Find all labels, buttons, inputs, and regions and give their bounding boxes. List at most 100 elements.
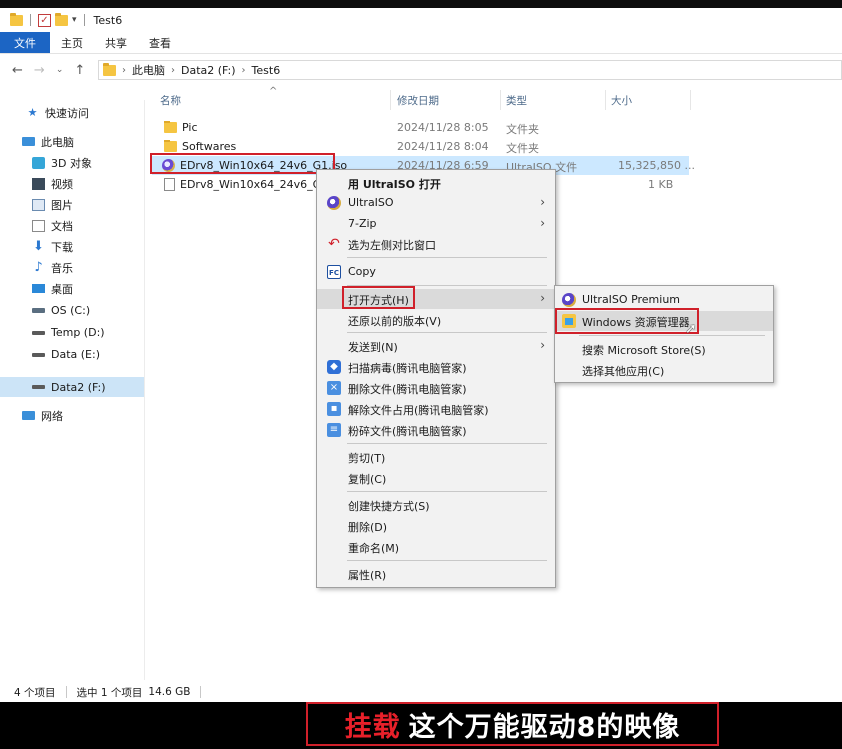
menu-item-compare-left[interactable]: ↶ 选为左侧对比窗口 (317, 234, 555, 254)
file-date: 2024/11/28 8:04 (397, 140, 489, 153)
menu-item-send-to[interactable]: 发送到(N) › (317, 336, 555, 356)
menu-item-open-with-ultraiso[interactable]: 用 UltraISO 打开 (317, 173, 555, 193)
menu-item-7zip[interactable]: 7-Zip › (317, 214, 555, 234)
menu-divider (347, 491, 547, 492)
column-header-size[interactable]: 大小 (611, 93, 632, 108)
sidebar-item-drive-d[interactable]: Temp (D:) (32, 322, 105, 343)
window-title: Test6 (93, 13, 123, 27)
menu-item-cut[interactable]: 剪切(T) (317, 447, 555, 467)
menu-item-unlock-file[interactable]: ▪ 解除文件占用(腾讯电脑管家) (317, 399, 555, 419)
chevron-right-icon: › (540, 338, 545, 352)
properties-icon[interactable]: ✓ (38, 13, 51, 27)
new-folder-icon[interactable] (55, 12, 68, 26)
documents-icon (32, 219, 45, 232)
mouse-cursor-icon: ➚ (685, 321, 697, 337)
breadcrumb-folder[interactable]: Test6 (252, 64, 281, 77)
submenu-item-search-store[interactable]: 搜索 Microsoft Store(S) (555, 339, 773, 359)
shield-icon: ◆ (327, 360, 341, 374)
computer-icon (22, 137, 35, 146)
divider (65, 686, 67, 698)
menu-item-delete[interactable]: 删除(D) (317, 516, 555, 536)
menu-item-label: 7-Zip (348, 217, 377, 230)
back-arrow-icon[interactable]: ← (12, 63, 23, 78)
menu-item-scan-virus[interactable]: ◆ 扫描病毒(腾讯电脑管家) (317, 357, 555, 377)
breadcrumb-drive[interactable]: Data2 (F:) (181, 64, 236, 77)
menu-item-label: 发送到(N) (348, 341, 398, 354)
sidebar-item-network[interactable]: 网络 (22, 405, 63, 426)
menu-item-properties[interactable]: 属性(R) (317, 564, 555, 584)
sidebar-item-label: Data (E:) (51, 348, 101, 361)
sidebar-item-pictures[interactable]: 图片 (32, 194, 73, 215)
music-icon: ♪ (34, 259, 43, 275)
divider (30, 14, 31, 26)
selection-count: 选中 1 个项目 (76, 686, 143, 699)
submenu-item-ultraiso-premium[interactable]: UltraISO Premium (555, 290, 773, 310)
sidebar-item-this-pc[interactable]: 此电脑 (22, 131, 74, 152)
menu-item-restore-versions[interactable]: 还原以前的版本(V) (317, 310, 555, 330)
sidebar-item-label: 音乐 (51, 261, 73, 275)
up-arrow-icon[interactable]: ↑ (74, 63, 85, 78)
file-name: EDrv8_Win10x64_24v6_G1. (164, 178, 332, 191)
sidebar-item-drive-c[interactable]: OS (C:) (32, 300, 90, 321)
column-header-name[interactable]: 名称 (160, 93, 181, 108)
address-bar[interactable]: › 此电脑 › Data2 (F:) › Test6 (98, 60, 842, 80)
sidebar-item-desktop[interactable]: 桌面 (32, 278, 73, 299)
column-divider[interactable] (690, 90, 691, 110)
menu-item-rename[interactable]: 重命名(M) (317, 537, 555, 557)
delete-file-icon: × (327, 381, 341, 395)
submenu-item-label: 搜索 Microsoft Store(S) (582, 344, 706, 357)
chevron-right-icon[interactable]: › (242, 65, 246, 76)
menu-item-fastcopy[interactable]: FC Copy (317, 262, 555, 282)
menu-item-ultraiso[interactable]: UltraISO › (317, 193, 555, 213)
file-type: 文件夹 (506, 142, 539, 155)
tab-view[interactable]: 查看 (138, 32, 182, 53)
tab-share[interactable]: 共享 (94, 32, 138, 53)
column-divider[interactable] (605, 90, 606, 110)
submenu-item-label: 选择其他应用(C) (582, 365, 665, 378)
menu-item-label: 删除(D) (348, 521, 388, 534)
column-header-date[interactable]: 修改日期 (397, 93, 439, 108)
chevron-right-icon: › (540, 291, 545, 305)
drive-icon (32, 352, 45, 357)
folder-icon[interactable] (10, 12, 23, 26)
tab-home[interactable]: 主页 (50, 32, 94, 53)
menu-item-label: 创建快捷方式(S) (348, 500, 430, 513)
sort-ascending-icon: ^ (269, 86, 278, 97)
menu-item-label: UltraISO (348, 196, 394, 209)
column-divider[interactable] (500, 90, 501, 110)
menu-item-delete-file[interactable]: × 删除文件(腾讯电脑管家) (317, 378, 555, 398)
sidebar-item-quick-access[interactable]: ★ 快速访问 (26, 102, 89, 123)
chevron-right-icon[interactable]: › (122, 65, 126, 76)
navigation-pane: ★ 快速访问 此电脑 3D 对象 视频 图片 文档 ⬇ 下载 ♪ 音乐 桌面 O… (0, 100, 145, 680)
sidebar-item-video[interactable]: 视频 (32, 173, 73, 194)
submenu-item-choose-app[interactable]: 选择其他应用(C) (555, 360, 773, 380)
menu-item-shred-file[interactable]: ≡ 粉碎文件(腾讯电脑管家) (317, 420, 555, 440)
sidebar-item-3d-objects[interactable]: 3D 对象 (32, 152, 92, 173)
column-headers: ^ 名称 修改日期 类型 大小 (145, 86, 842, 112)
menu-item-label: 剪切(T) (348, 452, 386, 465)
desktop-icon (32, 284, 45, 293)
sidebar-item-downloads[interactable]: ⬇ 下载 (32, 236, 73, 257)
sidebar-item-documents[interactable]: 文档 (32, 215, 73, 236)
customize-dropdown-icon[interactable]: ▾ (72, 15, 77, 25)
menu-item-create-shortcut[interactable]: 创建快捷方式(S) (317, 495, 555, 515)
breadcrumb-this-pc[interactable]: 此电脑 (132, 62, 165, 78)
sidebar-item-drive-f[interactable]: Data2 (F:) (0, 377, 144, 397)
status-bar: 4 个项目 选中 1 个项目 14.6 GB (0, 682, 842, 702)
menu-item-copy[interactable]: 复制(C) (317, 468, 555, 488)
video-icon (32, 177, 45, 190)
sidebar-item-music[interactable]: ♪ 音乐 (32, 257, 73, 278)
pin-icon: ★ (27, 105, 38, 119)
sidebar-item-drive-e[interactable]: Data (E:) (32, 344, 100, 365)
menu-divider (347, 443, 547, 444)
menu-divider (347, 257, 547, 258)
column-divider[interactable] (390, 90, 391, 110)
column-header-type[interactable]: 类型 (506, 93, 527, 108)
recent-locations-chevron-icon[interactable]: ⌄ (56, 65, 64, 75)
selection-size: 14.6 GB (148, 686, 191, 698)
forward-arrow-icon[interactable]: → (34, 63, 45, 78)
chevron-right-icon[interactable]: › (171, 65, 175, 76)
tab-file[interactable]: 文件 (0, 32, 50, 53)
sidebar-item-label: 快速访问 (45, 106, 89, 120)
file-row-pic[interactable]: Pic 2024/11/28 8:05 文件夹 (152, 118, 689, 137)
